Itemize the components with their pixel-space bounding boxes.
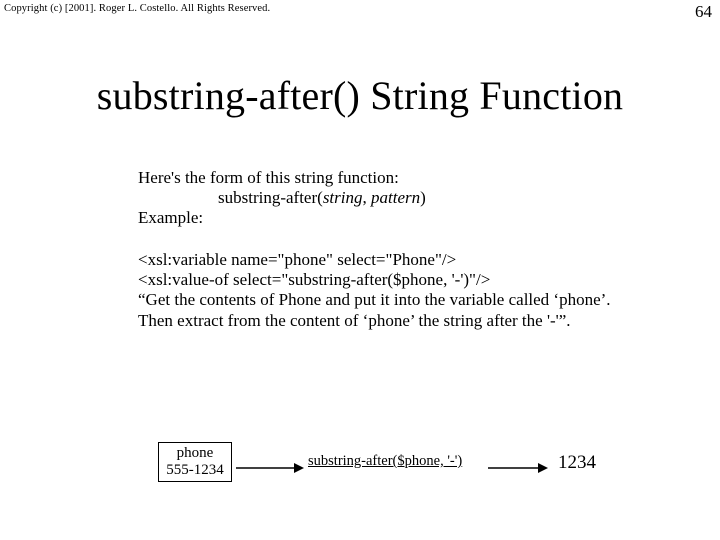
fn-name: substring-after( — [218, 188, 323, 207]
arrow-icon — [236, 462, 304, 474]
arrow-icon — [488, 462, 548, 474]
example-label: Example: — [138, 208, 658, 228]
function-form: substring-after(string, pattern) — [138, 188, 658, 208]
explanation-text: “Get the contents of Phone and put it in… — [138, 290, 638, 331]
code-block: <xsl:variable name="phone" select="Phone… — [138, 250, 658, 290]
box-value: 555-1234 — [159, 462, 231, 479]
copyright-notice: Copyright (c) [2001]. Roger L. Costello.… — [4, 3, 270, 14]
slide-body: Here's the form of this string function:… — [138, 168, 658, 331]
result-text: 1234 — [558, 452, 596, 474]
code-line-2: <xsl:value-of select="substring-after($p… — [138, 270, 658, 290]
fn-call-text: substring-after($phone, '-') — [308, 453, 462, 470]
fn-close: ) — [420, 188, 426, 207]
box-label: phone — [159, 445, 231, 462]
code-line-1: <xsl:variable name="phone" select="Phone… — [138, 250, 658, 270]
fn-arg1: string — [323, 188, 363, 207]
variable-box: phone 555-1234 — [158, 442, 232, 482]
intro-text: Here's the form of this string function: — [138, 168, 658, 188]
fn-sep: , — [363, 188, 372, 207]
slide-title: substring-after() String Function — [0, 72, 720, 119]
page-number: 64 — [695, 2, 712, 22]
diagram: phone 555-1234 substring-after($phone, '… — [158, 442, 638, 492]
fn-arg2: pattern — [371, 188, 420, 207]
slide: Copyright (c) [2001]. Roger L. Costello.… — [0, 0, 720, 540]
